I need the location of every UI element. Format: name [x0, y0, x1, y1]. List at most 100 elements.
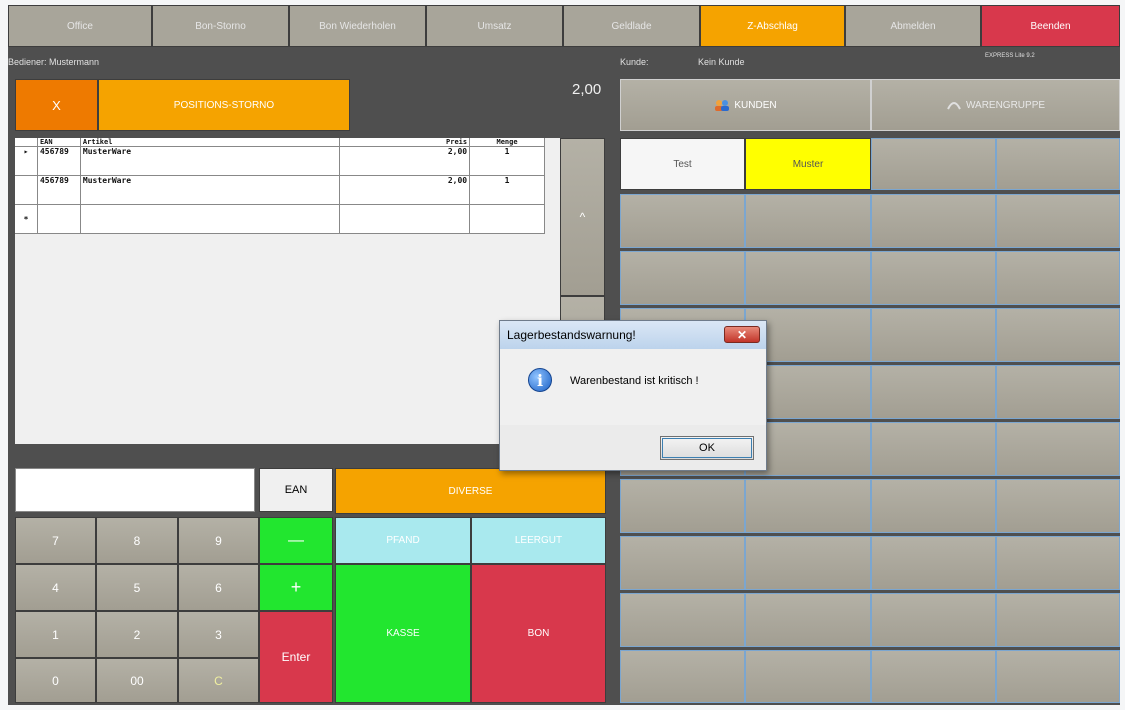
column-artikel: Artikel — [80, 138, 341, 147]
product-slot[interactable] — [871, 593, 996, 647]
customers-icon — [714, 99, 730, 111]
warengruppe-icon — [946, 99, 962, 111]
diverse-button[interactable]: DIVERSE — [335, 468, 606, 514]
product-slot[interactable] — [745, 251, 871, 305]
beenden-button[interactable]: Beenden — [981, 5, 1120, 47]
pfand-button[interactable]: PFAND — [335, 517, 471, 564]
product-slot[interactable] — [996, 593, 1120, 647]
product-slot[interactable] — [620, 536, 745, 590]
umsatz-button[interactable]: Umsatz — [426, 5, 563, 47]
product-slot[interactable] — [745, 650, 871, 703]
product-slot[interactable] — [620, 650, 745, 703]
info-icon: i — [528, 368, 552, 392]
cell-artikel: MusterWare — [80, 175, 341, 205]
product-slot[interactable] — [745, 536, 871, 590]
version-label: EXPRESS Lite 9.2 — [985, 53, 1035, 59]
cell-menge: 1 — [469, 146, 545, 176]
product-slot[interactable] — [871, 536, 996, 590]
key-2[interactable]: 2 — [96, 611, 178, 658]
product-slot[interactable] — [996, 650, 1120, 703]
product-slot[interactable] — [996, 365, 1120, 419]
product-slot[interactable] — [871, 251, 996, 305]
total-display: 2,00 — [572, 81, 602, 98]
product-slot[interactable] — [871, 422, 996, 476]
kunden-button[interactable]: KUNDEN — [620, 79, 871, 131]
product-slot[interactable] — [620, 251, 745, 305]
article-table-panel: EAN Artikel Preis Menge ▸ 456789 MusterW… — [15, 138, 560, 444]
office-button[interactable]: Office — [8, 5, 152, 47]
product-slot[interactable] — [620, 479, 745, 533]
key-4[interactable]: 4 — [15, 564, 96, 611]
bon-button[interactable]: BON — [471, 564, 606, 703]
product-muster-button[interactable]: Muster — [745, 138, 871, 190]
kunde-label: Kunde: — [620, 57, 649, 67]
product-slot[interactable] — [996, 422, 1120, 476]
product-slot[interactable] — [871, 650, 996, 703]
cell-ean: 456789 — [37, 146, 81, 176]
product-slot[interactable] — [871, 138, 996, 190]
product-slot[interactable] — [871, 308, 996, 362]
warengruppe-label: WARENGRUPPE — [965, 99, 1046, 111]
product-slot[interactable] — [745, 194, 871, 248]
cell-ean: 456789 — [37, 175, 81, 205]
product-slot[interactable] — [871, 479, 996, 533]
plus-button[interactable]: + — [259, 564, 333, 611]
cell-menge: 1 — [469, 175, 545, 205]
leergut-button[interactable]: LEERGUT — [471, 517, 606, 564]
kunde-value: Kein Kunde — [698, 57, 745, 67]
minus-button[interactable]: — — [259, 517, 333, 564]
article-table: EAN Artikel Preis Menge ▸ 456789 MusterW… — [15, 138, 545, 234]
product-slot[interactable] — [871, 365, 996, 419]
key-5[interactable]: 5 — [96, 564, 178, 611]
bon-storno-button[interactable]: Bon-Storno — [152, 5, 289, 47]
key-3[interactable]: 3 — [178, 611, 259, 658]
key-8[interactable]: 8 — [96, 517, 178, 564]
key-6[interactable]: 6 — [178, 564, 259, 611]
product-slot[interactable] — [996, 308, 1120, 362]
table-new-row[interactable]: * — [15, 204, 545, 234]
positions-storno-button[interactable]: POSITIONS-STORNO — [98, 79, 350, 131]
dialog-message: Warenbestand ist kritisch ! — [570, 375, 699, 387]
stock-warning-dialog: Lagerbestandswarnung! ✕ i Warenbestand i… — [499, 320, 767, 471]
table-row[interactable]: 456789 MusterWare 2,00 1 — [15, 175, 545, 205]
enter-button[interactable]: Enter — [259, 611, 333, 703]
product-slot[interactable] — [871, 194, 996, 248]
product-slot[interactable] — [996, 536, 1120, 590]
table-header: EAN Artikel Preis Menge — [15, 138, 545, 147]
warengruppe-button[interactable]: WARENGRUPPE — [871, 79, 1120, 131]
cell-preis: 2,00 — [339, 146, 471, 176]
product-slot[interactable] — [745, 479, 871, 533]
key-7[interactable]: 7 — [15, 517, 96, 564]
key-9[interactable]: 9 — [178, 517, 259, 564]
product-slot[interactable] — [620, 194, 745, 248]
geldlade-button[interactable]: Geldlade — [563, 5, 700, 47]
kunden-label: KUNDEN — [734, 99, 777, 111]
key-1[interactable]: 1 — [15, 611, 96, 658]
ean-input[interactable] — [15, 468, 255, 512]
abmelden-button[interactable]: Abmelden — [845, 5, 981, 47]
table-row[interactable]: ▸ 456789 MusterWare 2,00 1 — [15, 146, 545, 176]
product-slot[interactable] — [620, 593, 745, 647]
z-abschlag-button[interactable]: Z-Abschlag — [700, 5, 845, 47]
product-slot[interactable] — [996, 251, 1120, 305]
key-clear[interactable]: C — [178, 658, 259, 703]
ok-button[interactable]: OK — [660, 436, 754, 460]
column-preis: Preis — [339, 138, 471, 147]
product-slot[interactable] — [996, 194, 1120, 248]
close-icon[interactable]: ✕ — [724, 326, 760, 343]
key-0[interactable]: 0 — [15, 658, 96, 703]
column-menge: Menge — [469, 138, 545, 147]
product-slot[interactable] — [996, 138, 1120, 190]
product-slot[interactable] — [996, 479, 1120, 533]
column-ean: EAN — [37, 138, 81, 147]
key-00[interactable]: 00 — [96, 658, 178, 703]
bon-wiederholen-button[interactable]: Bon Wiederholen — [289, 5, 426, 47]
cancel-x-button[interactable]: X — [15, 79, 98, 131]
kasse-button[interactable]: KASSE — [335, 564, 471, 703]
scroll-up-button[interactable]: ^ — [560, 138, 605, 296]
dialog-button-bar: OK — [500, 425, 766, 470]
product-slot[interactable] — [745, 593, 871, 647]
new-row-marker: * — [15, 204, 38, 234]
product-test-button[interactable]: Test — [620, 138, 745, 190]
ean-button[interactable]: EAN — [259, 468, 333, 512]
